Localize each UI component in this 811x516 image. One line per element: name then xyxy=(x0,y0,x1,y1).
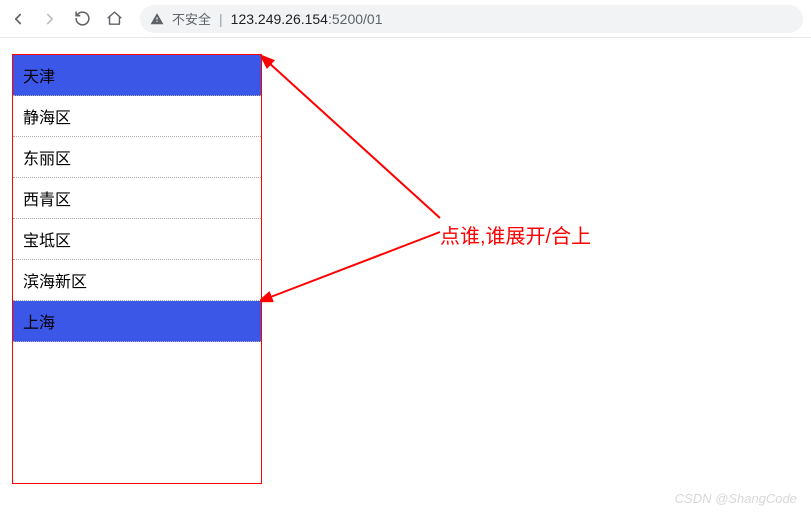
warning-icon xyxy=(150,12,164,26)
address-bar[interactable]: 不安全 | 123.249.26.154:5200/01 xyxy=(140,5,803,33)
accordion-item[interactable]: 滨海新区 xyxy=(13,260,261,301)
annotation-text: 点谁,谁展开/合上 xyxy=(440,220,591,249)
annotation-arrows xyxy=(260,48,460,308)
accordion-item[interactable]: 宝坻区 xyxy=(13,219,261,260)
accordion-header-shanghai[interactable]: 上海 xyxy=(13,301,261,342)
accordion-item[interactable]: 西青区 xyxy=(13,178,261,219)
insecure-label: 不安全 xyxy=(172,9,211,28)
page-content: 天津 静海区 东丽区 西青区 宝坻区 滨海新区 上海 点谁,谁展开/合上 xyxy=(0,38,811,484)
browser-toolbar: 不安全 | 123.249.26.154:5200/01 xyxy=(0,0,811,38)
accordion-item[interactable]: 静海区 xyxy=(13,96,261,137)
accordion-header-tianjin[interactable]: 天津 xyxy=(13,55,261,96)
url-host: 123.249.26.154 xyxy=(231,11,328,27)
accordion-item[interactable]: 东丽区 xyxy=(13,137,261,178)
home-icon[interactable] xyxy=(104,9,124,29)
watermark: CSDN @ShangCode xyxy=(675,491,797,506)
url-text: 123.249.26.154:5200/01 xyxy=(231,11,383,27)
separator: | xyxy=(219,11,223,27)
accordion: 天津 静海区 东丽区 西青区 宝坻区 滨海新区 上海 xyxy=(12,54,262,484)
back-icon[interactable] xyxy=(8,9,28,29)
reload-icon[interactable] xyxy=(72,9,92,29)
forward-icon[interactable] xyxy=(40,9,60,29)
url-port-path: :5200/01 xyxy=(328,11,383,27)
